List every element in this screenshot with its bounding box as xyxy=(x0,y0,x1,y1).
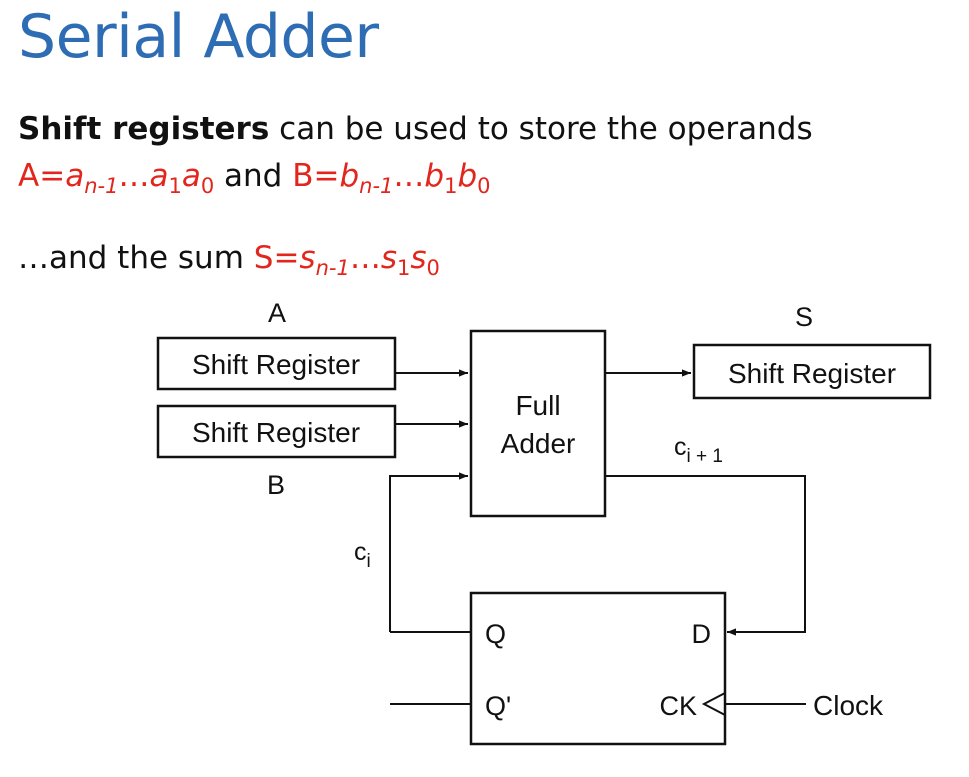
label-carry-in: ci xyxy=(354,538,371,572)
full-adder-label-line1: Full xyxy=(515,390,560,421)
clock-triangle-icon xyxy=(701,692,726,716)
carry-out-sub: i + 1 xyxy=(687,446,723,467)
shift-register-b-label: Shift Register xyxy=(192,417,360,448)
label-s: S xyxy=(795,302,813,332)
full-adder-label-line2: Adder xyxy=(501,428,576,459)
label-a: A xyxy=(268,298,286,328)
ff-qbar-label: Q' xyxy=(485,691,511,721)
d-flip-flop xyxy=(469,591,727,746)
shift-register-a-label: Shift Register xyxy=(192,349,360,380)
label-b: B xyxy=(267,470,285,500)
ff-ck-label: CK xyxy=(659,691,697,721)
shift-register-s-label: Shift Register xyxy=(728,358,896,389)
label-carry-out: ci + 1 xyxy=(674,433,723,467)
ff-d-label: D xyxy=(692,619,712,649)
full-adder xyxy=(469,329,607,518)
carry-in-sub: i xyxy=(367,551,371,572)
wire-carry-in xyxy=(389,472,468,632)
serial-adder-diagram: A Shift Register Shift Register B Full A… xyxy=(156,298,932,746)
carry-in-c: c xyxy=(354,538,367,566)
ff-q-label: Q xyxy=(485,619,506,649)
wire-carry-out xyxy=(605,475,806,636)
label-clock: Clock xyxy=(813,690,884,721)
carry-out-c: c xyxy=(674,433,687,461)
